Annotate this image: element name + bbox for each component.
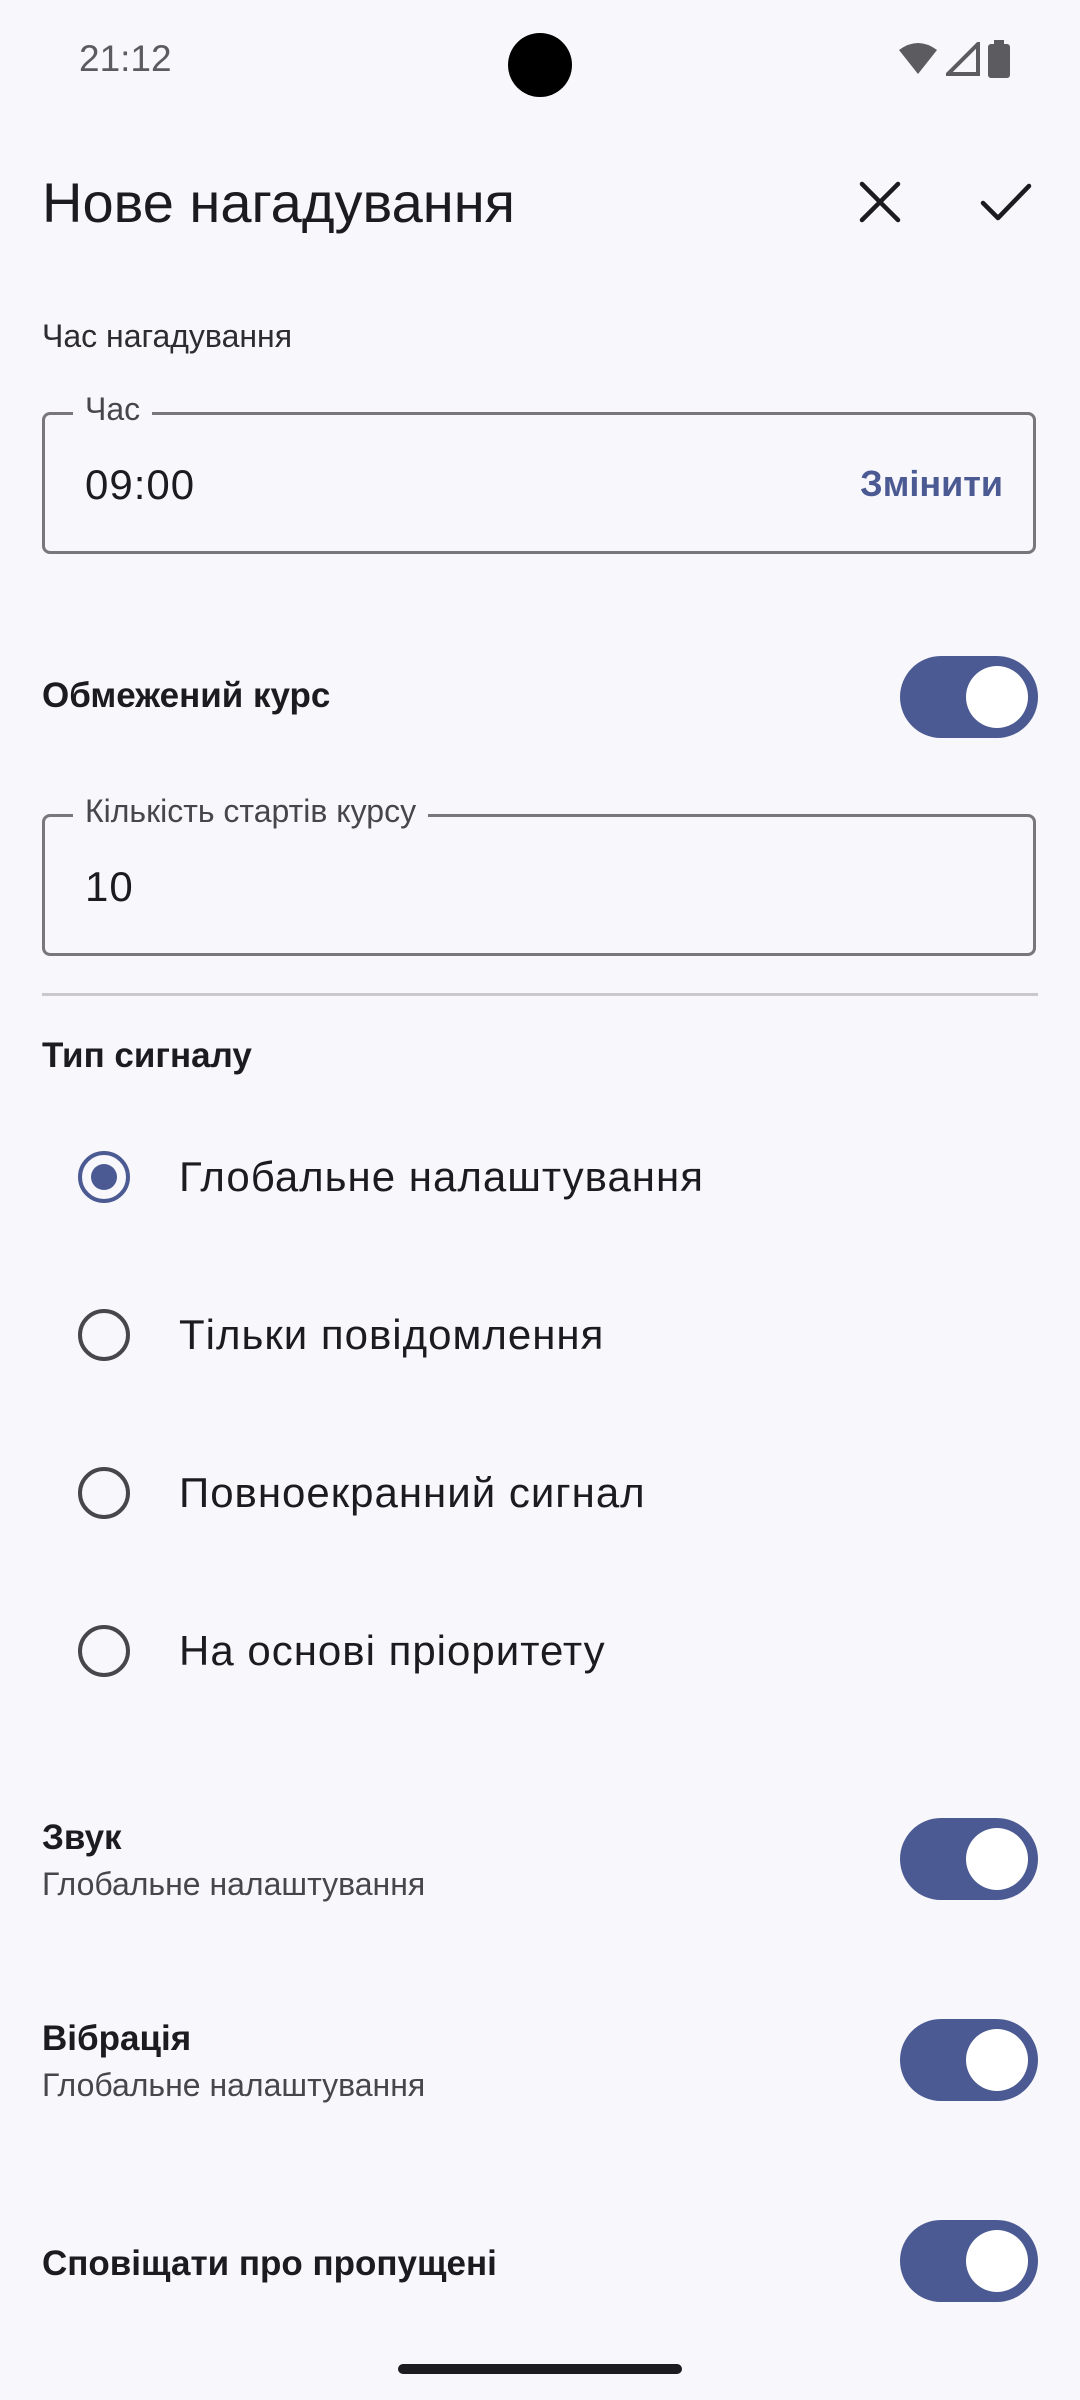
camera-cutout	[508, 33, 572, 97]
signal-icon	[946, 42, 980, 76]
time-field-label: Час	[73, 391, 153, 428]
radio-selected-indicator	[78, 1151, 130, 1203]
vibration-title: Вібрація	[42, 2019, 192, 2058]
page-title: Нове нагадування	[42, 171, 515, 234]
signal-type-title: Тип сигналу	[42, 1036, 252, 1075]
toggle-knob	[966, 2029, 1028, 2091]
radio-label: На основі пріоритету	[179, 1627, 606, 1674]
missed-toggle[interactable]	[900, 2220, 1038, 2302]
radio-label: Глобальне налаштування	[179, 1153, 704, 1200]
sound-row[interactable]: Звук Глобальне налаштування	[42, 1818, 1038, 1903]
vibration-toggle[interactable]	[900, 2019, 1038, 2101]
radio-option-fullscreen[interactable]: Повноекранний сигнал	[42, 1433, 1038, 1553]
sound-title: Звук	[42, 1818, 122, 1857]
wifi-icon	[899, 43, 937, 74]
course-starts-field[interactable]: Кількість стартів курсу 10	[42, 793, 1036, 956]
radio-option-global[interactable]: Глобальне налаштування	[42, 1117, 1038, 1237]
toggle-knob	[966, 1828, 1028, 1890]
limited-course-title: Обмежений курс	[42, 676, 331, 715]
toggle-knob	[966, 2230, 1028, 2292]
sound-subtitle: Глобальне налаштування	[42, 1866, 426, 1902]
course-starts-label: Кількість стартів курсу	[73, 793, 429, 830]
missed-title: Сповіщати про пропущені	[42, 2244, 497, 2283]
radio-indicator	[78, 1309, 130, 1361]
vibration-row[interactable]: Вібрація Глобальне налаштування	[42, 2019, 1038, 2104]
battery-icon	[988, 40, 1010, 78]
radio-label: Повноекранний сигнал	[179, 1469, 646, 1516]
limited-course-row[interactable]: Обмежений курс	[42, 676, 1038, 716]
signal-type-header: Тип сигналу	[42, 1036, 1038, 1076]
toggle-knob	[966, 666, 1028, 728]
missed-row[interactable]: Сповіщати про пропущені	[42, 2244, 1038, 2284]
confirm-button[interactable]	[966, 162, 1046, 242]
check-icon	[980, 183, 1032, 221]
status-bar: 21:12	[0, 0, 1080, 120]
gesture-navigation-bar[interactable]	[398, 2364, 682, 2374]
radio-option-priority[interactable]: На основі пріоритету	[42, 1591, 1038, 1711]
status-icons	[898, 40, 1010, 78]
change-time-button[interactable]: Змінити	[860, 463, 1003, 505]
time-section-caption: Час нагадування	[42, 318, 293, 354]
top-app-bar: Нове нагадування	[0, 150, 1080, 256]
time-value: 09:00	[85, 461, 196, 508]
status-time: 21:12	[79, 38, 172, 79]
course-starts-value: 10	[85, 863, 134, 910]
time-field[interactable]: Час 09:00 Змінити	[42, 391, 1036, 554]
limited-course-toggle[interactable]	[900, 656, 1038, 738]
vibration-subtitle: Глобальне налаштування	[42, 2067, 426, 2103]
close-icon	[859, 181, 901, 223]
close-button[interactable]	[840, 162, 920, 242]
radio-indicator	[78, 1467, 130, 1519]
radio-option-notification-only[interactable]: Тільки повідомлення	[42, 1275, 1038, 1395]
sound-toggle[interactable]	[900, 1818, 1038, 1900]
divider	[42, 993, 1038, 996]
radio-label: Тільки повідомлення	[179, 1311, 605, 1358]
radio-indicator	[78, 1625, 130, 1677]
